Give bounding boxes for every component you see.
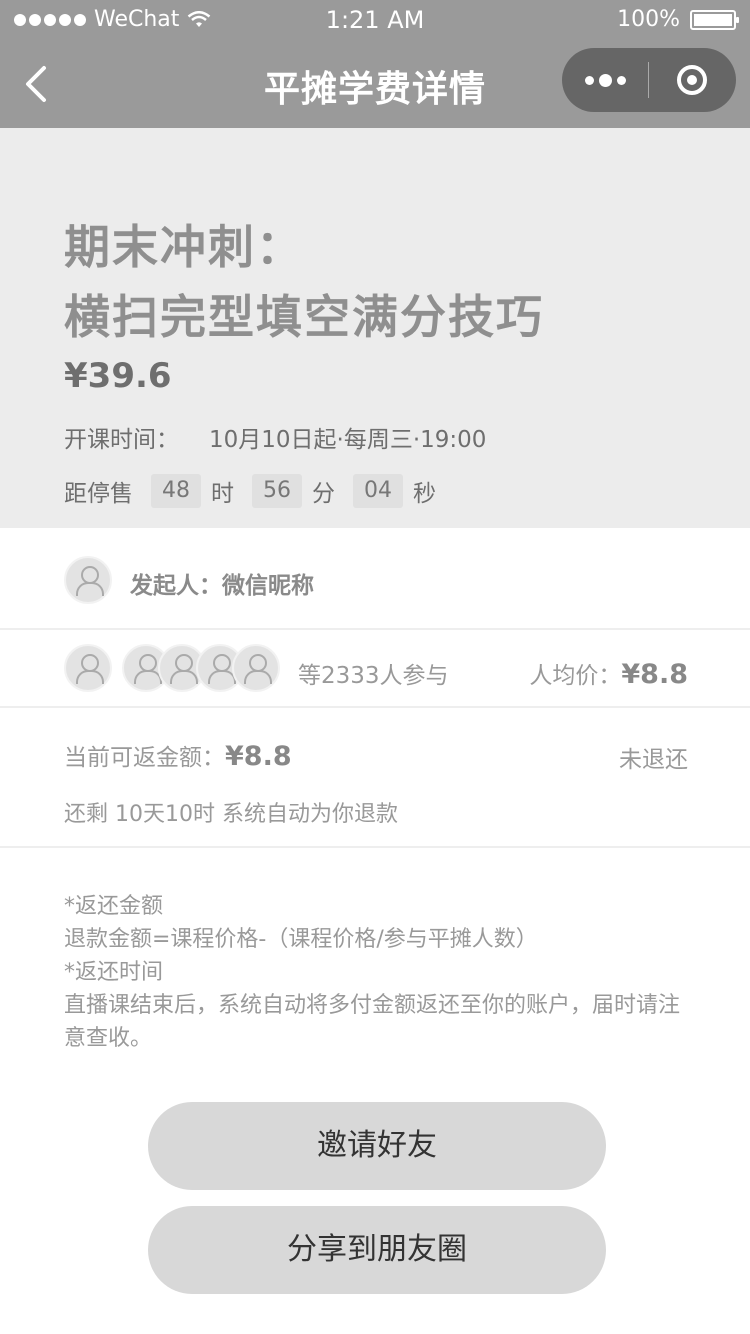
countdown-hours-unit: 时 — [211, 481, 234, 507]
refund-row: 当前可返金额：¥8.8 未退还 还剩 10天10时 系统自动为你退款 — [0, 708, 750, 848]
target-icon — [677, 65, 707, 95]
countdown-hours: 48 — [151, 474, 201, 508]
average-price-value: ¥8.8 — [621, 659, 688, 690]
course-title-line1: 期末冲刺： — [64, 220, 304, 274]
refund-amount: 当前可返金额：¥8.8 — [64, 738, 292, 772]
countdown-row: 距停售 48 时 56 分 04 秒 — [64, 474, 436, 508]
average-price-label: 人均价： — [529, 663, 622, 689]
avatar — [64, 644, 112, 692]
more-icon[interactable] — [562, 48, 648, 112]
refund-status: 未退还 — [619, 747, 688, 773]
countdown-label: 距停售 — [64, 481, 133, 507]
course-title-line2: 横扫完型填空满分技巧 — [64, 290, 544, 344]
notes-line: *返还时间 — [64, 960, 164, 985]
status-right: 100% — [617, 7, 739, 32]
mini-program-capsule — [562, 48, 736, 112]
share-moments-button[interactable]: 分享到朋友圈 — [148, 1206, 606, 1294]
notes-line: *返还金额 — [64, 894, 164, 919]
start-time-value: 10月10日起·每周三·19:00 — [209, 427, 487, 453]
average-price: 人均价：¥8.8 — [529, 656, 688, 690]
participants-row[interactable]: 等2333人参与 人均价：¥8.8 — [0, 630, 750, 708]
initiator-row: 发起人：微信昵称 — [0, 528, 750, 630]
start-time-label: 开课时间： — [64, 427, 179, 453]
countdown-minutes-unit: 分 — [312, 481, 335, 507]
invite-friends-button[interactable]: 邀请好友 — [148, 1102, 606, 1190]
refund-amount-value: ¥8.8 — [225, 741, 292, 772]
course-price: ¥39.6 — [64, 356, 172, 396]
course-header: 期末冲刺： 横扫完型填空满分技巧 ¥39.6 开课时间： 10月10日起·每周三·… — [0, 128, 750, 528]
notes-line: 直播课结束后，系统自动将多付金额返还至你的账户，届时请注意查收。 — [64, 993, 681, 1051]
avatar — [232, 644, 280, 692]
notes-line: 退款金额=课程价格-（课程价格/参与平摊人数） — [64, 927, 538, 952]
status-bar: WeChat 1:21 AM 100% — [0, 0, 750, 40]
countdown-seconds: 04 — [353, 474, 403, 508]
course-title: 期末冲刺： 横扫完型填空满分技巧 — [64, 212, 544, 352]
countdown-seconds-unit: 秒 — [413, 481, 436, 507]
refund-notes: *返还金额 退款金额=课程价格-（课程价格/参与平摊人数） *返还时间 直播课结… — [64, 890, 694, 1055]
avatar — [64, 556, 112, 604]
refund-amount-label: 当前可返金额： — [64, 745, 225, 771]
countdown-minutes: 56 — [252, 474, 302, 508]
battery-icon — [690, 9, 739, 30]
participants-count: 等2333人参与 — [298, 663, 449, 689]
start-time-row: 开课时间： 10月10日起·每周三·19:00 — [64, 420, 486, 454]
initiator-label: 发起人：微信昵称 — [130, 573, 314, 599]
refund-remaining-time: 还剩 10天10时 系统自动为你退款 — [64, 802, 398, 827]
nav-bar: 平摊学费详情 — [0, 40, 750, 128]
close-mini-program-button[interactable] — [649, 48, 735, 112]
battery-percent: 100% — [617, 7, 680, 32]
participant-avatars — [122, 644, 282, 692]
